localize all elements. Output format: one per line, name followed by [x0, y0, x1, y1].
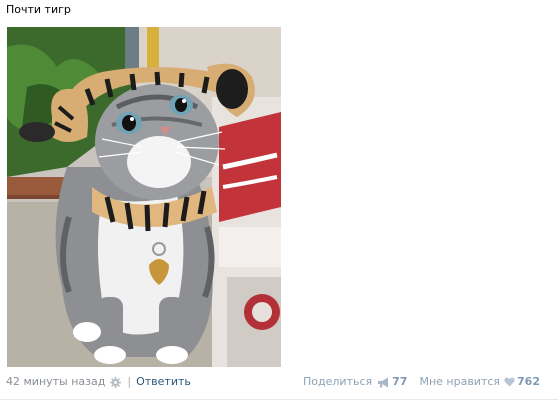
post-actions: Поделиться 77 Мне нравится 762 — [303, 375, 540, 389]
like-count[interactable]: 762 — [517, 375, 540, 389]
share-button-label[interactable]: Поделиться — [303, 375, 372, 389]
gear-icon[interactable] — [110, 376, 122, 388]
megaphone-icon[interactable] — [377, 377, 390, 388]
reply-link[interactable]: Ответить — [136, 375, 191, 389]
post-timestamp[interactable]: 42 минуты назад — [6, 375, 105, 389]
like-button-label[interactable]: Мне нравится — [419, 375, 500, 389]
post-meta: 42 минуты назад | Ответить — [6, 375, 191, 389]
heart-icon[interactable] — [504, 377, 515, 387]
separator: | — [127, 375, 132, 388]
post-photo[interactable] — [7, 27, 281, 367]
post-title: Почти тигр — [6, 3, 71, 16]
post-divider — [0, 399, 558, 400]
share-count[interactable]: 77 — [392, 375, 407, 389]
wall-post: Почти тигр 42 минуты назад | Ответить По… — [0, 0, 558, 405]
